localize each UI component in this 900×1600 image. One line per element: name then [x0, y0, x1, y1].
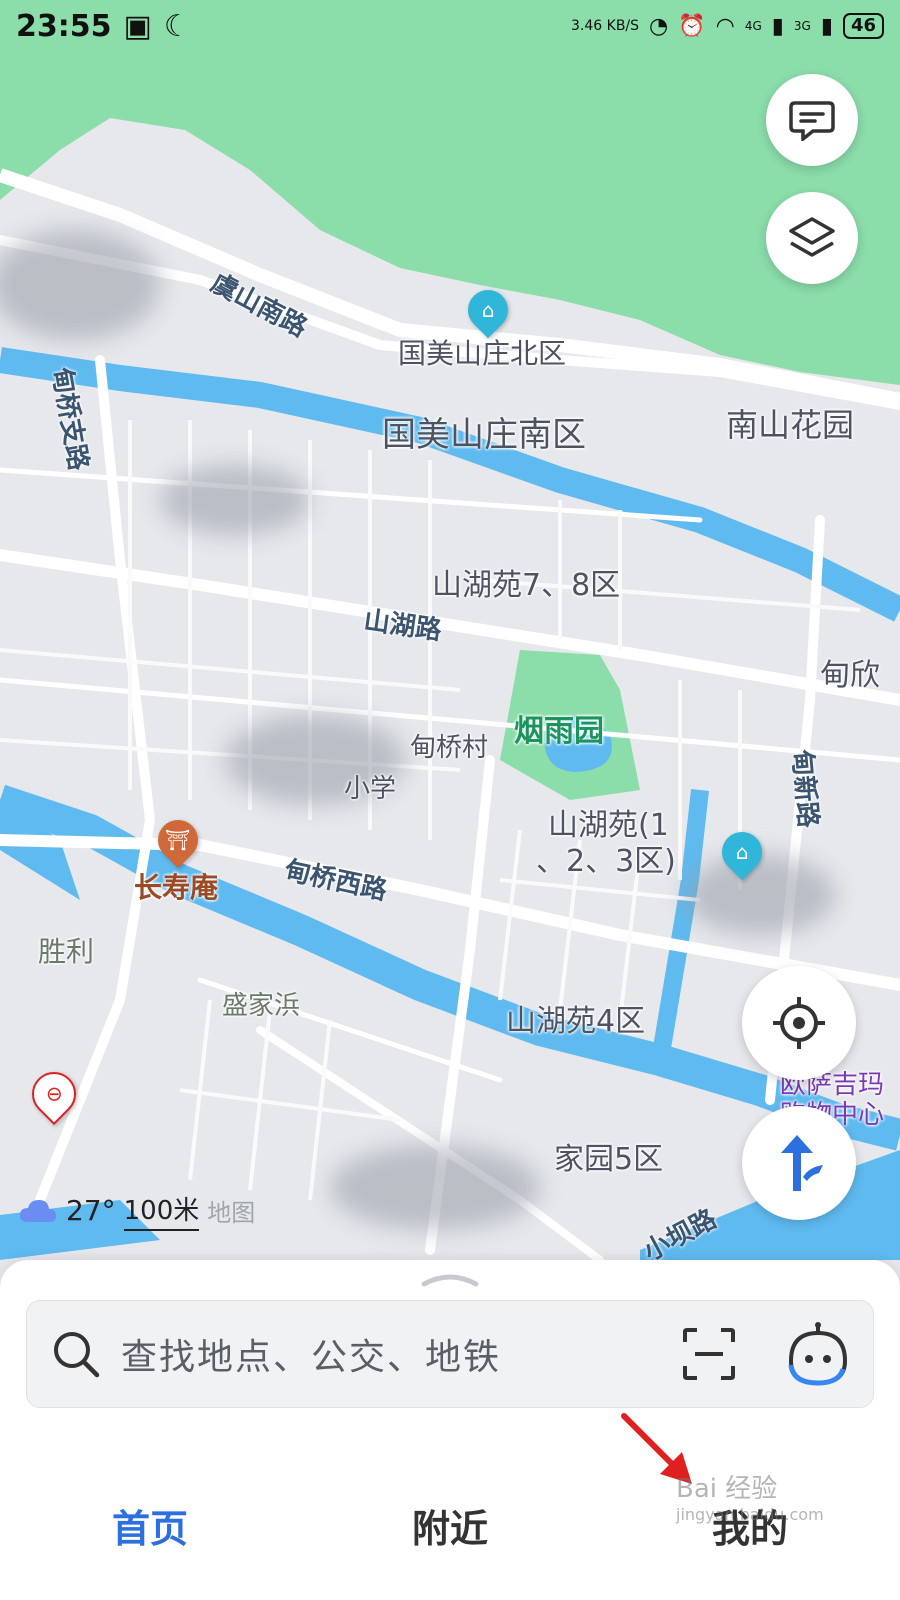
- bottom-sheet[interactable]: 查找地点、公交、地铁 首页 附近 我的: [0, 1260, 900, 1600]
- baidu-jingyan-watermark: Bai 经验 jingyan.baidu.com: [676, 1468, 824, 1524]
- map-label-guomei-south[interactable]: 国美山庄南区: [382, 407, 586, 456]
- map-label-shanhu-4[interactable]: 山湖苑4区: [506, 996, 645, 1040]
- route-button[interactable]: [742, 1106, 856, 1220]
- map-label-jiayuan-5[interactable]: 家园5区: [554, 1134, 663, 1178]
- weather-scale-bar: 27° 100米 地图: [18, 1190, 255, 1231]
- status-bar: 23:55 ▣ ☾ 3.46 KB/S ◔ ⏰ ◠ 4G ▮ 3G ▮ 46: [0, 0, 900, 52]
- tab-nearby[interactable]: 附近: [382, 1488, 518, 1563]
- blurred-area: [160, 465, 310, 535]
- network-label-1: 4G: [744, 19, 762, 33]
- status-time: 23:55: [16, 8, 112, 44]
- map-label-shengjiabang[interactable]: 盛家浜: [222, 985, 300, 1022]
- sheet-handle-chevron-up-icon[interactable]: [420, 1268, 480, 1288]
- map-label-changshou-temple[interactable]: 长寿庵: [134, 866, 218, 906]
- road-label-dianxin: 甸新路: [786, 748, 823, 829]
- tab-home[interactable]: 首页: [82, 1488, 218, 1563]
- map-scale: 100米: [123, 1190, 200, 1231]
- network-label-2: 3G: [793, 19, 811, 33]
- map-label-nanshan-garden[interactable]: 南山花园: [726, 400, 854, 446]
- watermark-brand: Bai 经验: [676, 1474, 778, 1504]
- cloud-icon: [20, 1199, 56, 1222]
- search-bar[interactable]: 查找地点、公交、地铁: [26, 1300, 874, 1408]
- chat-bubble-icon: [789, 101, 835, 141]
- crosshair-icon: [773, 997, 825, 1049]
- map-label-shanhu-78[interactable]: 山湖苑7、8区: [432, 560, 620, 604]
- wifi-icon: ◠: [715, 13, 735, 39]
- layers-icon: [789, 217, 835, 257]
- map-label-dianxin-partial[interactable]: 甸欣: [820, 650, 880, 694]
- search-icon: [54, 1332, 100, 1378]
- locate-me-button[interactable]: [742, 966, 856, 1080]
- route-arrow-icon: [781, 1135, 823, 1191]
- blurred-area: [685, 855, 835, 935]
- signal-icon: ▮: [820, 13, 833, 39]
- alarm-icon: ⏰: [678, 13, 706, 39]
- watermark-url: jingyan.baidu.com: [676, 1505, 824, 1524]
- map-label-shengli[interactable]: 胜利: [38, 930, 94, 970]
- blurred-area: [330, 1145, 540, 1230]
- weather-temperature: 27°: [66, 1194, 116, 1227]
- nfc-icon: ◔: [649, 13, 669, 39]
- map-label-dianqiao-village[interactable]: 甸桥村: [410, 727, 488, 764]
- map-provider-watermark: 地图: [207, 1199, 256, 1227]
- scan-icon[interactable]: [681, 1326, 737, 1382]
- feedback-button[interactable]: [766, 74, 858, 166]
- map-label-school-partial[interactable]: 小学: [344, 768, 396, 805]
- moon-icon: ☾: [163, 8, 191, 44]
- search-input[interactable]: 查找地点、公交、地铁: [121, 1328, 681, 1380]
- map-label-guomei-north[interactable]: 国美山庄北区: [398, 332, 566, 372]
- map-label-yanyu-garden[interactable]: 烟雨园: [514, 706, 604, 750]
- map-layers-button[interactable]: [766, 192, 858, 284]
- signal-icon: ▮: [771, 13, 784, 39]
- voice-assistant-icon[interactable]: [787, 1321, 849, 1387]
- network-speed: 3.46 KB/S: [571, 18, 640, 34]
- gallery-notification-icon: ▣: [123, 8, 152, 44]
- map-label-shanhu-123-line2[interactable]: 、2、3区): [536, 836, 676, 880]
- battery-indicator: 46: [842, 13, 884, 39]
